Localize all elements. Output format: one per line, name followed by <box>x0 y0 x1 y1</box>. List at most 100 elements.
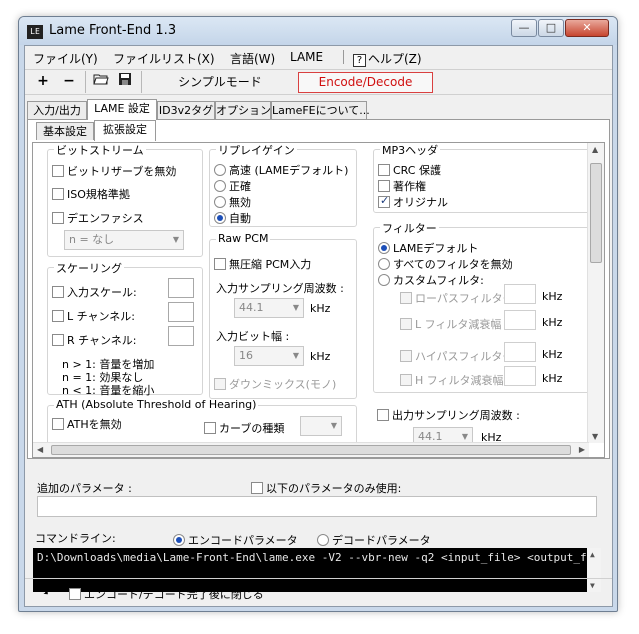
ath-type-label: カーブの種類 <box>219 422 285 435</box>
reservoir-checkbox[interactable]: ビットリザーブを無効 <box>52 163 176 179</box>
app-icon: LE <box>27 25 43 39</box>
l-channel-label: L チャンネル: <box>67 310 136 323</box>
menu-separator <box>343 50 344 64</box>
checkbox-box <box>214 378 226 390</box>
save-button[interactable] <box>115 72 135 92</box>
lowpass-checkbox[interactable]: ローパスフィルター: <box>400 290 517 306</box>
bitstream-group: ビットストリーム ビットリザーブを無効 ISO規格準拠 デエンファシス n = … <box>47 143 203 257</box>
scroll-right-icon[interactable]: ▶ <box>579 445 585 454</box>
maximize-button[interactable]: □ <box>538 19 564 37</box>
checkbox-box <box>400 374 412 386</box>
simple-mode-button[interactable]: シンプルモード <box>145 72 295 92</box>
sample-rate-unit: kHz <box>310 302 331 315</box>
tab-input-output[interactable]: 入力/出力 <box>27 101 87 119</box>
vertical-scrollbar[interactable]: ▲ ▼ <box>587 143 604 443</box>
replaygain-fast-radio[interactable]: 高速 (LAMEデフォルト) <box>214 162 348 178</box>
l-attenuation-field[interactable] <box>504 310 536 330</box>
l-attenuation-checkbox[interactable]: L フィルタ減衰幅 <box>400 316 501 332</box>
input-scale-field[interactable] <box>168 278 194 298</box>
uncompressed-pcm-label: 無圧縮 PCM入力 <box>229 258 312 271</box>
remove-file-button[interactable]: − <box>59 72 79 92</box>
subtab-advanced[interactable]: 拡張設定 <box>94 120 156 141</box>
filter-default-radio[interactable]: LAMEデフォルト <box>378 240 478 256</box>
original-checkbox[interactable]: オリジナル <box>378 194 448 210</box>
l-channel-field[interactable] <box>168 302 194 322</box>
h-attenuation-checkbox[interactable]: H フィルタ減衰幅 <box>400 372 504 388</box>
uncompressed-pcm-checkbox[interactable]: 無圧縮 PCM入力 <box>214 256 311 272</box>
tab-about[interactable]: LameFEについて... <box>271 101 370 119</box>
params-input[interactable] <box>37 496 597 517</box>
open-folder-button[interactable] <box>91 72 111 92</box>
replaygain-auto-label: 自動 <box>229 212 251 225</box>
h-attenuation-field[interactable] <box>504 366 536 386</box>
tab-id3v2[interactable]: ID3v2タグ <box>157 101 215 119</box>
r-channel-checkbox[interactable]: R チャンネル: <box>52 332 137 348</box>
scroll-up-icon[interactable]: ▲ <box>592 145 598 154</box>
lowpass-unit: kHz <box>542 290 563 303</box>
r-channel-label: R チャンネル: <box>67 334 137 347</box>
bit-width-select[interactable]: 16 ▼ <box>234 346 304 366</box>
scroll-thumb[interactable] <box>51 445 571 455</box>
highpass-checkbox[interactable]: ハイパスフィルター: <box>400 348 517 364</box>
menu-language[interactable]: 言語(W) <box>230 50 275 67</box>
scroll-down-icon[interactable]: ▼ <box>592 432 598 441</box>
chevron-down-icon: ▼ <box>172 235 179 244</box>
horizontal-scrollbar[interactable]: ◀ ▶ <box>33 442 589 457</box>
checkbox-box <box>69 588 81 600</box>
ath-label: ATH (Absolute Threshold of Hearing) <box>54 398 259 411</box>
rawpcm-label: Raw PCM <box>216 232 271 245</box>
close-button[interactable]: ✕ <box>565 19 609 37</box>
checkbox-box <box>214 258 226 270</box>
scroll-thumb[interactable] <box>590 163 602 263</box>
radio-dot <box>173 534 185 546</box>
checkbox-box <box>52 310 64 322</box>
replaygain-accurate-radio[interactable]: 正確 <box>214 178 251 194</box>
menu-file[interactable]: ファイル(Y) <box>33 50 98 67</box>
l-attenuation-label: L フィルタ減衰幅 <box>415 318 502 331</box>
subtab-basic[interactable]: 基本設定 <box>36 122 94 140</box>
menu-filelist[interactable]: ファイルリスト(X) <box>113 50 215 67</box>
only-params-checkbox[interactable]: 以下のパラメータのみ使用: <box>251 480 401 496</box>
output-rate-checkbox[interactable]: 出力サンプリング周波数 : <box>377 407 520 423</box>
crc-checkbox[interactable]: CRC 保護 <box>378 162 441 178</box>
checkbox-box <box>52 418 64 430</box>
emphasis-checkbox[interactable]: デエンファシス <box>52 210 144 226</box>
filter-disable-radio[interactable]: すべてのフィルタを無効 <box>378 256 513 272</box>
title-bar[interactable]: LE Lame Front-End 1.3 — □ ✕ <box>19 17 617 45</box>
iso-checkbox[interactable]: ISO規格準拠 <box>52 186 130 202</box>
minimize-button[interactable]: — <box>511 19 537 37</box>
add-file-button[interactable]: + <box>33 72 53 92</box>
downmix-checkbox[interactable]: ダウンミックス(モノ) <box>214 376 336 392</box>
sample-rate-select[interactable]: 44.1 ▼ <box>234 298 304 318</box>
replaygain-auto-radio[interactable]: 自動 <box>214 210 251 226</box>
copyright-label: 著作権 <box>393 180 426 193</box>
menu-help[interactable]: ? ヘルプ(Z) <box>353 50 422 67</box>
emphasis-select[interactable]: n = なし ▼ <box>64 230 184 250</box>
lowpass-field[interactable] <box>504 284 536 304</box>
encode-decode-button[interactable]: Encode/Decode <box>298 72 433 93</box>
checkbox-box <box>400 318 412 330</box>
decode-params-radio[interactable]: デコードパラメータ <box>317 532 431 548</box>
input-scale-checkbox[interactable]: 入力スケール: <box>52 284 137 300</box>
highpass-field[interactable] <box>504 342 536 362</box>
l-channel-checkbox[interactable]: L チャンネル: <box>52 308 135 324</box>
ath-type-checkbox[interactable]: カーブの種類 <box>204 420 284 436</box>
ath-type-select[interactable]: ▼ <box>300 416 342 436</box>
sample-rate-value: 44.1 <box>239 301 264 314</box>
scroll-up-icon[interactable]: ▲ <box>590 550 595 559</box>
filter-custom-radio[interactable]: カスタムフィルタ: <box>378 272 484 288</box>
encode-params-radio[interactable]: エンコードパラメータ <box>173 532 298 548</box>
replaygain-disabled-radio[interactable]: 無効 <box>214 194 251 210</box>
tab-lame-settings[interactable]: LAME 設定 <box>87 99 157 120</box>
filter-custom-label: カスタムフィルタ: <box>393 274 484 287</box>
menu-lame[interactable]: LAME <box>290 50 323 64</box>
scroll-left-icon[interactable]: ◀ <box>37 445 43 454</box>
replaygain-label: リプレイゲイン <box>216 143 297 158</box>
close-after-checkbox[interactable]: エンコード/デコード完了後に閉じる <box>69 586 264 602</box>
r-channel-field[interactable] <box>168 326 194 346</box>
tab-options[interactable]: オプション <box>215 101 271 119</box>
copyright-checkbox[interactable]: 著作権 <box>378 178 426 194</box>
cmdline-label: コマンドライン: <box>35 532 116 545</box>
ath-disable-checkbox[interactable]: ATHを無効 <box>52 416 122 432</box>
app-window: LE Lame Front-End 1.3 — □ ✕ ファイル(Y) ファイル… <box>18 16 618 612</box>
